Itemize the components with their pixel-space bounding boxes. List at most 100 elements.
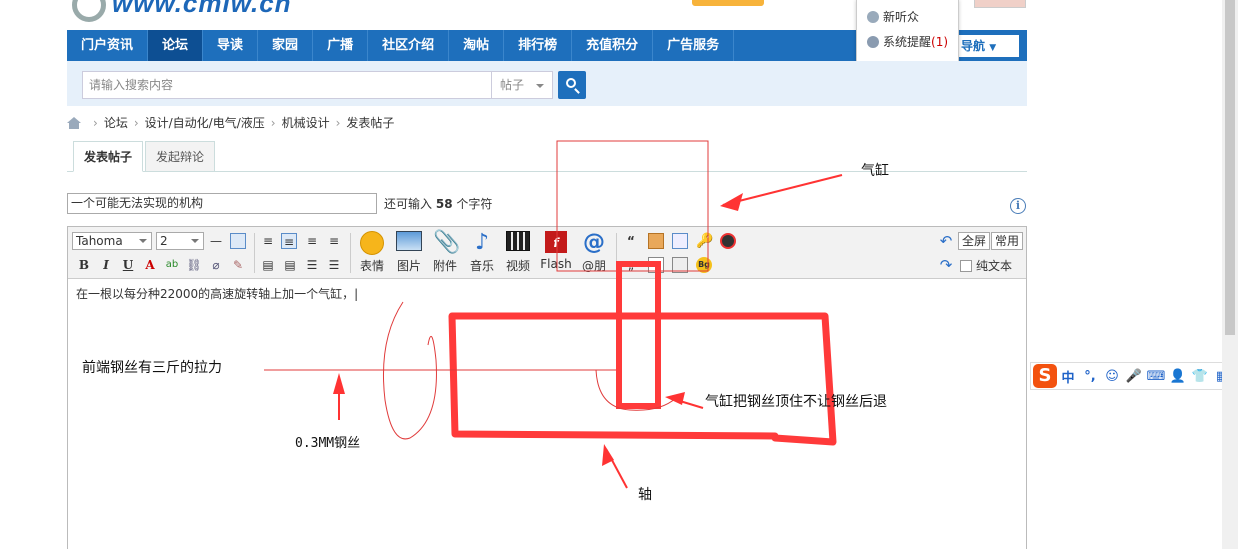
fullscreen-button[interactable]: 全屏	[958, 232, 991, 250]
music-button[interactable]: ♪ 音乐	[464, 231, 500, 277]
ime-item[interactable]: 🎤	[1123, 369, 1145, 384]
table-icon[interactable]	[230, 233, 246, 249]
flash-button[interactable]: f Flash	[538, 231, 574, 277]
ime-item[interactable]: ⌨	[1145, 369, 1167, 384]
breadcrumb-item[interactable]: 机械设计	[282, 114, 330, 132]
link-icon[interactable]: ⛓	[186, 257, 202, 273]
search-type-select[interactable]: 帖子	[491, 71, 553, 99]
nav-item[interactable]: 广播	[313, 30, 369, 61]
search-button[interactable]	[558, 71, 586, 99]
align-left-icon[interactable]: ≡	[260, 233, 276, 249]
nav-item[interactable]: 社区介绍	[368, 30, 450, 61]
toolbar-divider	[254, 233, 255, 273]
free-icon[interactable]	[648, 233, 664, 249]
bold-icon[interactable]: B	[76, 257, 92, 273]
emoji-button[interactable]: 表情	[354, 231, 390, 277]
chevron-down-icon: ▼	[989, 43, 997, 53]
chevron-down-icon	[191, 239, 199, 247]
align-right-icon[interactable]: ≡	[326, 233, 342, 249]
ime-item[interactable]: °,	[1079, 369, 1101, 384]
ordered-list-icon[interactable]: ☰	[304, 257, 320, 273]
font-size-select[interactable]: 2	[156, 232, 204, 250]
music-note-icon: ♪	[474, 230, 490, 255]
undo-icon[interactable]: ↶	[938, 233, 954, 249]
chevron-down-icon	[536, 84, 544, 92]
popup-item-listeners[interactable]: 新听众	[867, 7, 919, 27]
post-editor: Tahoma 2 — B I U A ab ⛓ ⌀ ✎ ≡ ≡ ≡ ≡ ▤ ▤ …	[67, 226, 1027, 549]
annotation-shaft: 轴	[638, 487, 652, 503]
annotation-cylinder: 气缸	[861, 163, 889, 179]
ime-item[interactable]: ☺	[1101, 369, 1123, 384]
nav-item[interactable]: 充值积分	[572, 30, 654, 61]
ime-toolbar: S 中°,☺🎤⌨👤👕▦	[1030, 362, 1238, 390]
logo-gear-icon	[72, 0, 106, 23]
bg-icon[interactable]: Bg	[696, 257, 712, 273]
breadcrumb-separator: ›	[335, 116, 341, 130]
page-scrollbar[interactable]	[1222, 0, 1238, 549]
unordered-list-icon[interactable]: ☰	[326, 257, 342, 273]
align-justify-icon[interactable]: ≡	[281, 233, 297, 249]
scrollbar-thumb[interactable]	[1225, 0, 1235, 335]
common-button[interactable]: 常用	[991, 232, 1024, 250]
breadcrumb-item[interactable]: 设计/自动化/电气/液压	[145, 114, 265, 132]
float-right-icon[interactable]: ▤	[282, 257, 298, 273]
underline-icon[interactable]: U	[120, 257, 136, 273]
table-cells-icon[interactable]	[672, 257, 688, 273]
ime-item[interactable]: 👤	[1167, 369, 1189, 384]
redo-icon[interactable]: ↷	[938, 257, 954, 273]
hint-prefix: 还可输入	[384, 197, 433, 211]
video-label: 视频	[505, 259, 530, 273]
avatar[interactable]	[974, 0, 1026, 8]
toolbar-divider	[350, 233, 351, 273]
font-color-icon[interactable]: A	[142, 257, 158, 273]
horizontal-rule-icon[interactable]: —	[208, 233, 224, 249]
quote-icon[interactable]: “	[623, 233, 639, 249]
tab-new-debate[interactable]: 发起辩论	[145, 141, 216, 172]
plain-text-checkbox[interactable]	[960, 260, 972, 272]
site-logo[interactable]: www.cmiw.cn	[72, 0, 292, 23]
nav-item[interactable]: 论坛	[148, 30, 204, 61]
user-icon	[867, 11, 879, 23]
subject-input[interactable]: 一个可能无法实现的机构	[67, 193, 377, 214]
italic-icon[interactable]: I	[98, 257, 114, 273]
top-orange-button[interactable]	[692, 0, 764, 6]
nav-item[interactable]: 广告服务	[653, 30, 735, 61]
nav-item[interactable]: 导读	[203, 30, 259, 61]
video-icon	[506, 231, 530, 251]
plain-text-label: 纯文本	[976, 259, 1013, 273]
subject-char-hint: 还可输入 58 个字符	[384, 195, 492, 213]
ime-item[interactable]: 👕	[1189, 369, 1211, 384]
video-button[interactable]: 视频	[500, 231, 536, 277]
nav-item[interactable]: 排行榜	[504, 30, 573, 61]
font-family-select[interactable]: Tahoma	[72, 232, 152, 250]
popup-item-notifications[interactable]: 系统提醒(1)	[867, 32, 948, 52]
attachment-button[interactable]: 📎 附件	[427, 231, 463, 277]
nav-item[interactable]: 门户资讯	[67, 30, 149, 61]
index-icon[interactable]	[672, 233, 688, 249]
nav-item[interactable]: 家园	[258, 30, 314, 61]
search-input[interactable]: 请输入搜索内容	[82, 71, 492, 99]
breadcrumb-item[interactable]: 论坛	[104, 114, 128, 132]
info-icon[interactable]: i	[1010, 198, 1026, 214]
nav-menu-button[interactable]: 导航 ▼	[957, 35, 1019, 57]
spellcheck-icon[interactable]: ab	[164, 257, 180, 273]
ime-item[interactable]: 中	[1057, 367, 1079, 386]
home-icon[interactable]	[67, 117, 81, 129]
logo-text: www.cmiw.cn	[112, 0, 292, 18]
page-icon[interactable]	[648, 257, 664, 273]
image-button[interactable]: 图片	[391, 231, 427, 277]
sogou-logo-icon[interactable]: S	[1033, 364, 1057, 388]
float-left-icon[interactable]: ▤	[260, 257, 276, 273]
mention-button[interactable]: @ @朋	[576, 231, 612, 277]
qq-icon[interactable]	[720, 233, 736, 249]
clear-format-icon[interactable]: ✎	[230, 257, 246, 273]
editor-content[interactable]: 在一根以每分种22000的高速旋转轴上加一个气缸，|	[76, 285, 358, 303]
cylinder-arrow-line	[722, 174, 843, 206]
code-icon[interactable]: „	[623, 257, 639, 273]
key-icon[interactable]: 🔑	[696, 233, 713, 249]
align-center-icon[interactable]: ≡	[304, 233, 320, 249]
remaining-count: 58	[435, 197, 453, 211]
unlink-icon[interactable]: ⌀	[208, 257, 224, 273]
nav-item[interactable]: 淘帖	[449, 30, 505, 61]
tab-new-post[interactable]: 发表帖子	[73, 141, 144, 172]
